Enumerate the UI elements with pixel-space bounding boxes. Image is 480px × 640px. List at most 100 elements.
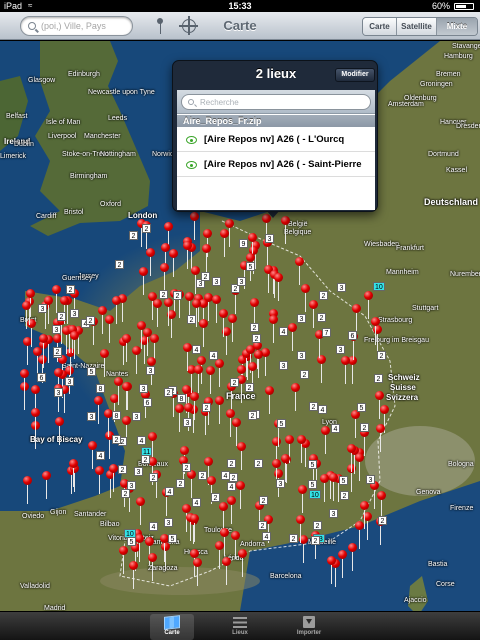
cluster-count-badge[interactable]: 5 bbox=[308, 480, 317, 489]
map-pin[interactable] bbox=[291, 383, 300, 413]
cluster-count-badge[interactable]: 2 bbox=[229, 473, 238, 482]
cluster-count-badge[interactable]: 3 bbox=[87, 412, 96, 421]
cluster-count-badge[interactable]: 3 bbox=[337, 283, 346, 292]
cluster-count-badge[interactable]: 8 bbox=[96, 384, 105, 393]
map-pin[interactable] bbox=[227, 496, 236, 526]
map-pin[interactable] bbox=[202, 244, 211, 274]
map-pin[interactable] bbox=[137, 321, 146, 351]
cluster-count-badge[interactable]: 3 bbox=[164, 518, 173, 527]
cluster-count-badge[interactable]: 5 bbox=[87, 367, 96, 376]
map-pin[interactable] bbox=[341, 356, 350, 386]
cluster-count-badge[interactable]: 3 bbox=[237, 277, 246, 286]
cluster-count-badge[interactable]: 2 bbox=[360, 423, 369, 432]
map-pin[interactable] bbox=[109, 464, 118, 494]
map-pin[interactable] bbox=[327, 556, 336, 586]
map-pin[interactable] bbox=[288, 323, 297, 353]
cluster-count-badge[interactable]: 4 bbox=[165, 487, 174, 496]
cluster-count-badge[interactable]: 5 bbox=[357, 403, 366, 412]
popover-search-input[interactable] bbox=[200, 97, 360, 107]
map-pin[interactable] bbox=[215, 359, 224, 389]
map-pin[interactable] bbox=[215, 541, 224, 571]
map-pin[interactable] bbox=[376, 424, 385, 454]
cluster-count-badge[interactable]: 2 bbox=[230, 378, 239, 387]
cluster-count-badge[interactable]: 10 bbox=[309, 490, 321, 499]
cluster-count-badge[interactable]: 3 bbox=[212, 277, 221, 286]
cluster-count-badge[interactable]: 2 bbox=[374, 374, 383, 383]
map-pin[interactable] bbox=[228, 314, 237, 344]
cluster-count-badge[interactable]: 8 bbox=[112, 411, 121, 420]
map-pin[interactable] bbox=[22, 301, 31, 331]
cluster-count-badge[interactable]: 2 bbox=[53, 347, 62, 356]
cluster-count-badge[interactable]: 2 bbox=[309, 402, 318, 411]
map-pin[interactable] bbox=[119, 546, 128, 576]
cluster-count-badge[interactable]: 10 bbox=[124, 529, 136, 538]
cluster-count-badge[interactable]: 4 bbox=[137, 436, 146, 445]
map-pin[interactable] bbox=[98, 306, 107, 336]
cluster-count-badge[interactable]: 4 bbox=[262, 532, 271, 541]
map-pin[interactable] bbox=[194, 365, 203, 395]
map-pin[interactable] bbox=[297, 435, 306, 465]
cluster-count-badge[interactable]: 2 bbox=[289, 534, 298, 543]
map-pin[interactable] bbox=[351, 410, 360, 440]
map-pin[interactable] bbox=[39, 334, 48, 364]
map-pin[interactable] bbox=[269, 315, 278, 345]
cluster-count-badge[interactable]: 4 bbox=[209, 351, 218, 360]
map-pin[interactable] bbox=[352, 304, 361, 334]
locate-me-button[interactable] bbox=[179, 16, 198, 35]
place-row[interactable]: [Aire Repos nv] A26 ( - L'Ourcq bbox=[177, 128, 375, 152]
cluster-count-badge[interactable]: 3 bbox=[297, 314, 306, 323]
cluster-count-badge[interactable]: 2 bbox=[259, 496, 268, 505]
map-pin[interactable] bbox=[42, 471, 51, 501]
cluster-count-badge[interactable]: 2 bbox=[141, 455, 150, 464]
cluster-count-badge[interactable]: 2 bbox=[159, 290, 168, 299]
cluster-count-badge[interactable]: 2 bbox=[86, 316, 95, 325]
cluster-count-badge[interactable]: 6 bbox=[143, 398, 152, 407]
map-pin[interactable] bbox=[215, 396, 224, 426]
cluster-count-badge[interactable]: 2 bbox=[202, 403, 211, 412]
cluster-count-badge[interactable]: 2 bbox=[340, 491, 349, 500]
cluster-count-badge[interactable]: 2 bbox=[115, 260, 124, 269]
cluster-count-badge[interactable]: 2 bbox=[182, 463, 191, 472]
visible-eye-icon[interactable] bbox=[186, 161, 197, 169]
map-pin[interactable] bbox=[136, 497, 145, 527]
map-pin[interactable] bbox=[190, 514, 199, 544]
cluster-count-badge[interactable]: 6 bbox=[348, 331, 357, 340]
cluster-count-badge[interactable]: 10 bbox=[373, 282, 385, 291]
cluster-count-badge[interactable]: 3 bbox=[336, 345, 345, 354]
cluster-count-badge[interactable]: 2 bbox=[227, 459, 236, 468]
map-pin[interactable] bbox=[212, 295, 221, 325]
map-pin[interactable] bbox=[295, 257, 304, 287]
cluster-count-badge[interactable]: 2 bbox=[201, 272, 210, 281]
map-pin[interactable] bbox=[220, 229, 229, 259]
cluster-count-badge[interactable]: 2 bbox=[378, 516, 387, 525]
cluster-count-badge[interactable]: 5 bbox=[246, 262, 255, 271]
map-pin[interactable] bbox=[375, 391, 384, 421]
drop-pin-button[interactable] bbox=[156, 18, 164, 36]
map-pin[interactable] bbox=[371, 317, 380, 347]
map-pin[interactable] bbox=[164, 298, 173, 328]
cluster-count-badge[interactable]: 3 bbox=[139, 384, 148, 393]
cluster-count-badge[interactable]: 2 bbox=[319, 291, 328, 300]
cluster-count-badge[interactable]: 3 bbox=[70, 309, 79, 318]
cluster-count-badge[interactable]: 6 bbox=[37, 373, 46, 382]
cluster-count-badge[interactable]: 3 bbox=[279, 361, 288, 370]
cluster-count-badge[interactable]: 4 bbox=[192, 345, 201, 354]
cluster-count-badge[interactable]: 2 bbox=[187, 315, 196, 324]
cluster-count-badge[interactable]: 2 bbox=[112, 435, 121, 444]
cluster-count-badge[interactable]: 4 bbox=[318, 405, 327, 414]
cluster-count-badge[interactable]: 4 bbox=[96, 451, 105, 460]
cluster-count-badge[interactable]: 2 bbox=[164, 388, 173, 397]
map-pin[interactable] bbox=[254, 350, 263, 380]
cluster-count-badge[interactable]: 2 bbox=[311, 536, 320, 545]
cluster-count-badge[interactable]: 4 bbox=[227, 482, 236, 491]
cluster-count-badge[interactable]: 5 bbox=[168, 534, 177, 543]
map-pin[interactable] bbox=[94, 396, 103, 426]
cluster-count-badge[interactable]: 2 bbox=[248, 411, 257, 420]
map-pin[interactable] bbox=[55, 417, 64, 447]
cluster-count-badge[interactable]: 3 bbox=[329, 509, 338, 518]
cluster-count-badge[interactable]: 2 bbox=[142, 224, 151, 233]
map-pin[interactable] bbox=[298, 485, 307, 515]
map-pin[interactable] bbox=[129, 561, 138, 591]
visible-eye-icon[interactable] bbox=[186, 136, 197, 144]
cluster-count-badge[interactable]: 2 bbox=[377, 351, 386, 360]
